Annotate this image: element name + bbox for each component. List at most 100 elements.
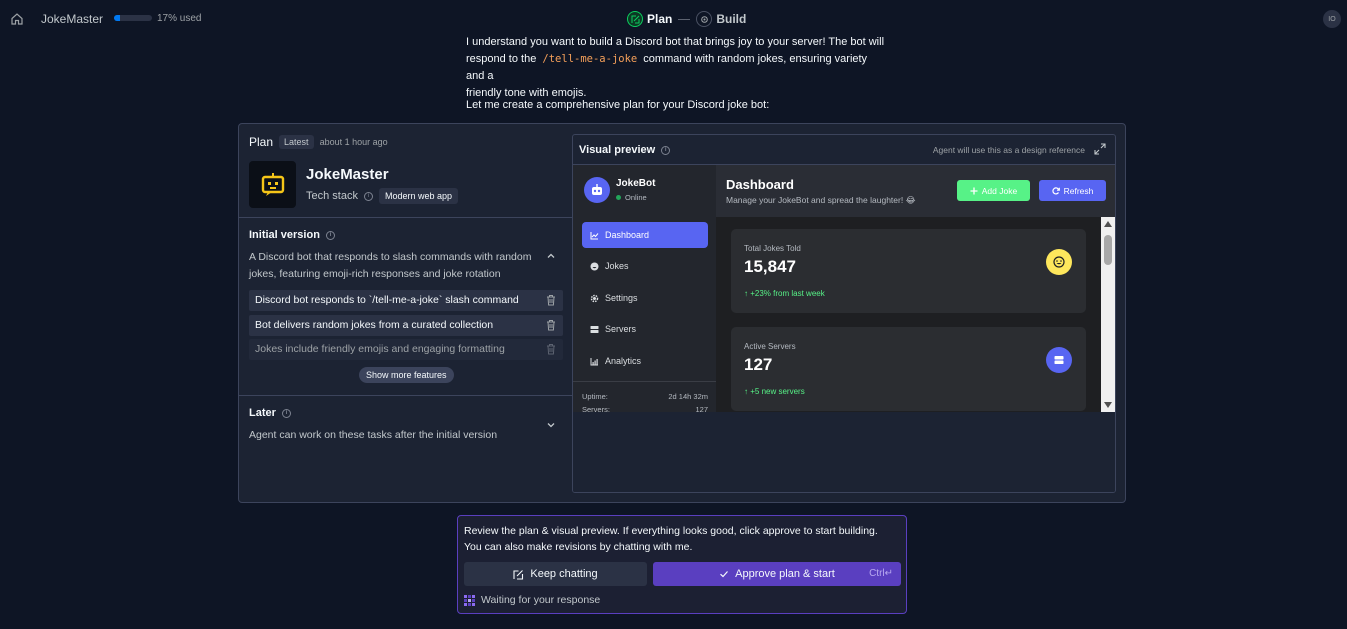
scroll-down-arrow[interactable] [1104, 402, 1112, 408]
keep-chatting-button[interactable]: Keep chatting [464, 562, 647, 586]
dashboard-header: Dashboard Manage your JokeBot and spread… [716, 165, 1115, 217]
dashboard-subtitle: Manage your JokeBot and spread the laugh… [726, 195, 916, 205]
feature-text: Jokes include friendly emojis and engagi… [255, 343, 505, 355]
nav-item-settings[interactable]: Settings [582, 285, 708, 311]
approve-plan-button[interactable]: Approve plan & start Ctrl↵ [653, 562, 901, 586]
latest-badge: Latest [279, 135, 314, 149]
plan-timestamp: about 1 hour ago [319, 137, 388, 147]
home-icon[interactable] [10, 12, 24, 26]
info-icon[interactable]: i [281, 408, 291, 418]
bar-chart-icon [590, 357, 598, 365]
plan-intro: Let me create a comprehensive plan for y… [466, 99, 770, 111]
plan-card: Plan Latest about 1 hour ago JokeMaster … [238, 123, 1126, 503]
edit-icon [513, 569, 524, 580]
divider [239, 395, 573, 396]
review-text: Review the plan & visual preview. If eve… [464, 523, 894, 555]
info-icon[interactable]: i [363, 191, 373, 201]
feature-item[interactable]: Jokes include friendly emojis and engagi… [249, 339, 563, 360]
later-title: Later i [249, 407, 291, 419]
feature-text: Discord bot responds to `/tell-me-a-joke… [255, 294, 519, 306]
divider [239, 217, 573, 218]
info-icon[interactable]: i [325, 230, 335, 240]
server-icon [1046, 347, 1072, 373]
step-build[interactable]: Build [716, 12, 746, 26]
trash-icon[interactable] [546, 319, 556, 331]
visual-preview: Visual preview i Agent will use this as … [572, 134, 1116, 493]
smile-icon [590, 262, 599, 270]
app-logo [249, 161, 296, 208]
scroll-up-arrow[interactable] [1104, 221, 1112, 227]
preview-title-label: Visual preview [579, 144, 656, 156]
message-line: respond to the /tell-me-a-joke command w… [466, 51, 886, 85]
approve-label: Approve plan & start [735, 568, 835, 580]
check-icon [720, 571, 729, 578]
step-plan[interactable]: Plan [647, 12, 672, 26]
tech-stack-pill: Modern web app [378, 188, 459, 204]
nav-label: Dashboard [605, 230, 650, 240]
trash-icon[interactable] [546, 343, 556, 355]
sidebar-divider [573, 381, 716, 382]
expand-icon[interactable] [1094, 143, 1106, 155]
usage-text: 17% used [157, 13, 202, 24]
show-more-features-button[interactable]: Show more features [359, 367, 454, 383]
preview-footer-space [573, 412, 1115, 492]
stat-value: 127 [744, 355, 773, 374]
add-joke-button[interactable]: Add Joke [957, 180, 1030, 201]
stat-delta-text: +23% from last week [750, 289, 825, 298]
stat-label: Active Servers [744, 342, 796, 351]
nav-label: Settings [605, 293, 638, 303]
waiting-status: Waiting for your response [464, 594, 600, 606]
avatar[interactable]: IO [1323, 10, 1341, 28]
nav-item-dashboard[interactable]: Dashboard [582, 222, 708, 248]
feature-text: Bot delivers random jokes from a curated… [255, 319, 494, 331]
trash-icon[interactable] [546, 294, 556, 306]
agent-message: I understand you want to build a Discord… [466, 34, 886, 102]
review-panel: Review the plan & visual preview. If eve… [457, 515, 907, 614]
plan-header: Plan Latest about 1 hour ago [249, 135, 388, 149]
nav-item-jokes[interactable]: Jokes [582, 253, 708, 279]
top-bar: JokeMaster 17% used Plan Build IO [0, 0, 1347, 36]
initial-version-label: Initial version [249, 229, 320, 241]
command-code: /tell-me-a-joke [542, 53, 638, 65]
nav-item-servers[interactable]: Servers [582, 316, 708, 342]
initial-version-description: A Discord bot that responds to slash com… [249, 251, 532, 280]
scrollbar-thumb[interactable] [1104, 235, 1112, 265]
bot-status: Online [616, 193, 647, 202]
smile-icon [1046, 249, 1072, 275]
shortcut-hint: Ctrl↵ [869, 568, 893, 579]
loading-grid-icon [464, 594, 475, 606]
nav-item-analytics[interactable]: Analytics [582, 348, 708, 374]
dashboard-title: Dashboard [726, 177, 794, 192]
gear-icon [696, 11, 713, 27]
gear-icon [590, 294, 599, 302]
refresh-icon [1051, 186, 1060, 195]
stepper: Plan Build [627, 10, 746, 28]
robot-icon [592, 184, 602, 195]
stat-label: Total Jokes Told [744, 244, 801, 253]
initial-version-title: Initial version i [249, 229, 335, 241]
stat-value: 15,847 [744, 257, 796, 276]
app-name[interactable]: JokeMaster [41, 12, 103, 26]
refresh-label: Refresh [1063, 185, 1094, 196]
message-text: respond to the [466, 53, 537, 65]
uptime-label: Uptime: [582, 392, 608, 401]
project-name: JokeMaster [306, 166, 389, 183]
info-icon[interactable]: i [661, 145, 671, 155]
plus-icon [970, 187, 978, 194]
chevron-down-icon[interactable] [546, 420, 556, 430]
tech-stack-row: Tech stack i Modern web app [306, 188, 459, 204]
preview-scrollbar[interactable] [1101, 217, 1115, 412]
keep-chatting-label: Keep chatting [530, 568, 598, 580]
feature-item[interactable]: Bot delivers random jokes from a curated… [249, 315, 563, 336]
bot-chat-icon [261, 172, 284, 196]
preview-header: Visual preview i Agent will use this as … [573, 135, 1115, 165]
uptime-row: Uptime: 2d 14h 32m [582, 392, 708, 401]
chart-line-icon [590, 231, 599, 239]
feature-item[interactable]: Discord bot responds to `/tell-me-a-joke… [249, 290, 563, 311]
chevron-up-icon[interactable] [546, 251, 556, 261]
bot-status-label: Online [625, 193, 647, 202]
stat-delta-text: +5 new servers [750, 387, 805, 396]
nav-label: Analytics [605, 356, 642, 366]
review-line: You can also make revisions by chatting … [464, 541, 693, 553]
refresh-button[interactable]: Refresh [1039, 180, 1106, 201]
